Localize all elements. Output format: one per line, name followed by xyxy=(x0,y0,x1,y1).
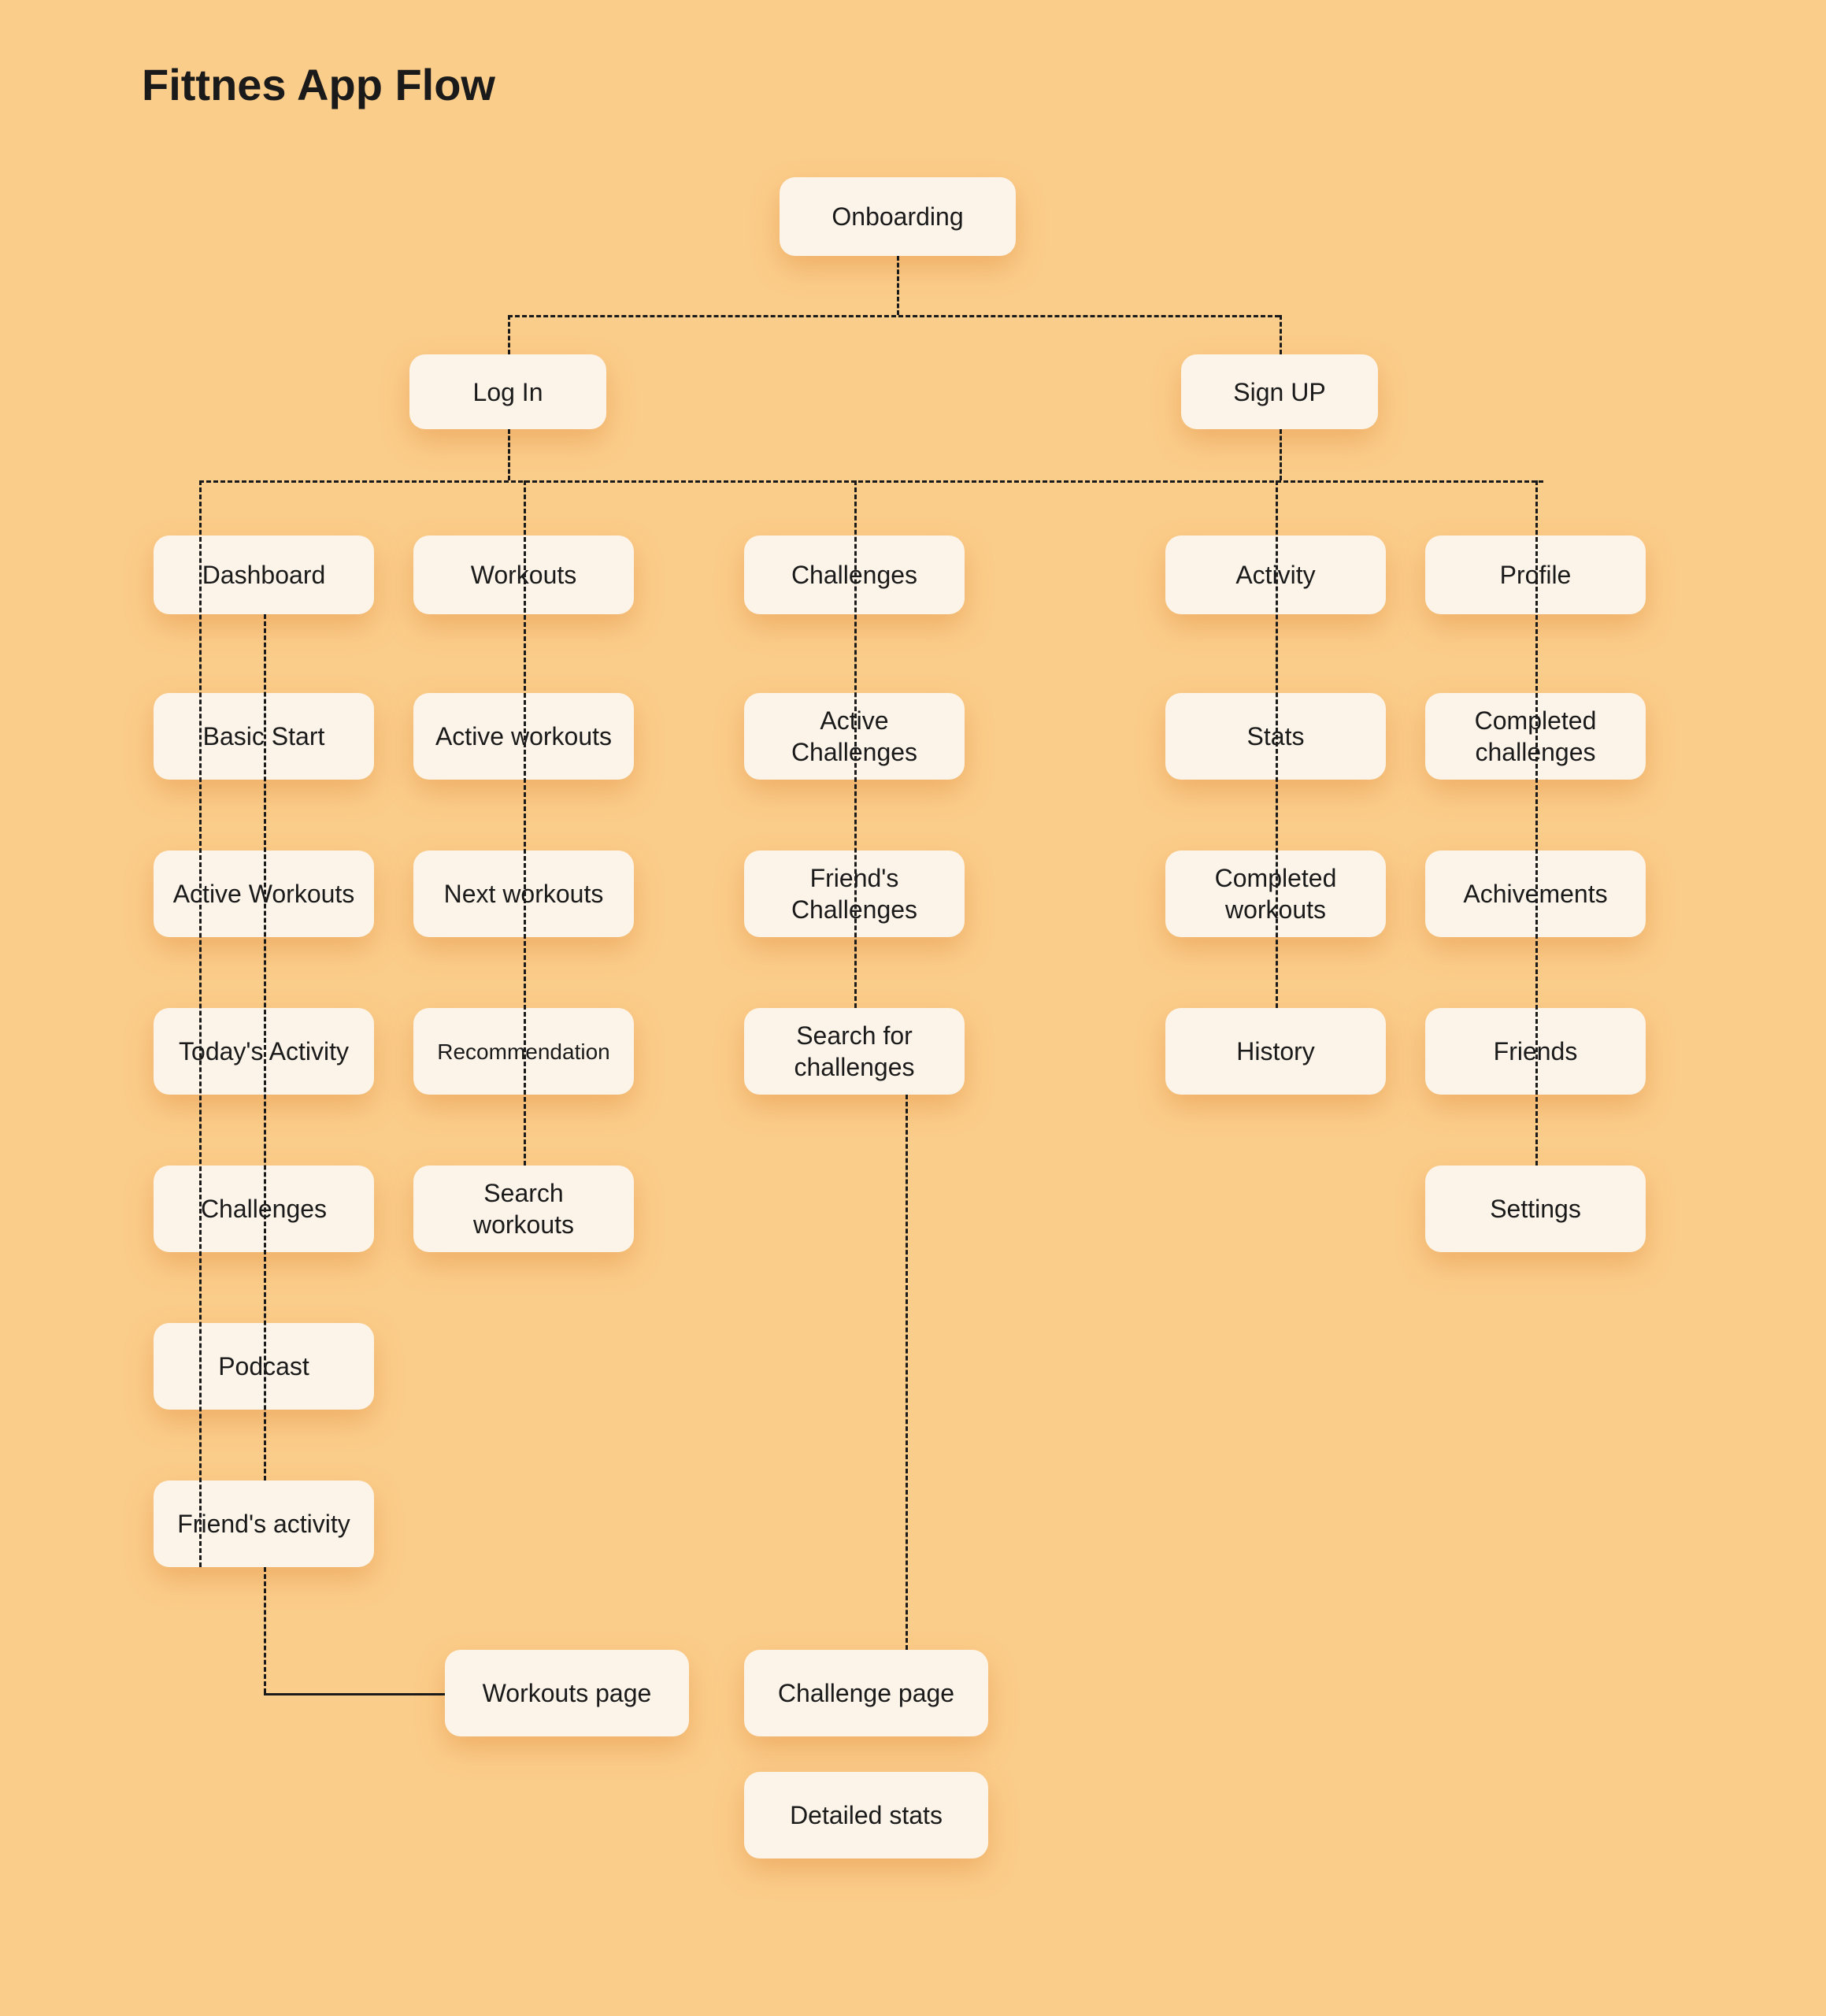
node-workouts-page: Workouts page xyxy=(445,1650,689,1736)
connector xyxy=(508,315,1280,317)
connector xyxy=(199,480,1543,483)
connector xyxy=(524,480,526,1166)
connector xyxy=(1280,315,1282,354)
node-dashboard: Dashboard xyxy=(154,536,374,614)
node-onboarding: Onboarding xyxy=(780,177,1016,256)
connector xyxy=(508,315,510,354)
node-detailed-stats: Detailed stats xyxy=(744,1772,988,1858)
node-friends-activity: Friend's activity xyxy=(154,1480,374,1567)
connector xyxy=(1280,429,1282,480)
connector xyxy=(264,1567,266,1693)
node-search-challenges: Search for challenges xyxy=(744,1008,965,1095)
connector xyxy=(264,614,266,1480)
connector xyxy=(854,480,857,1008)
connector xyxy=(1276,480,1278,1008)
connector xyxy=(906,1095,908,1650)
node-settings: Settings xyxy=(1425,1166,1646,1252)
node-signup: Sign UP xyxy=(1181,354,1378,429)
node-history: History xyxy=(1165,1008,1386,1095)
diagram-title: Fittnes App Flow xyxy=(142,59,495,110)
connector xyxy=(897,256,899,315)
connector xyxy=(264,1693,445,1695)
connector xyxy=(1535,480,1538,1166)
node-search-workouts: Search workouts xyxy=(413,1166,634,1252)
node-login: Log In xyxy=(409,354,606,429)
node-challenge-page: Challenge page xyxy=(744,1650,988,1736)
connector xyxy=(199,480,202,1567)
connector xyxy=(508,429,510,480)
